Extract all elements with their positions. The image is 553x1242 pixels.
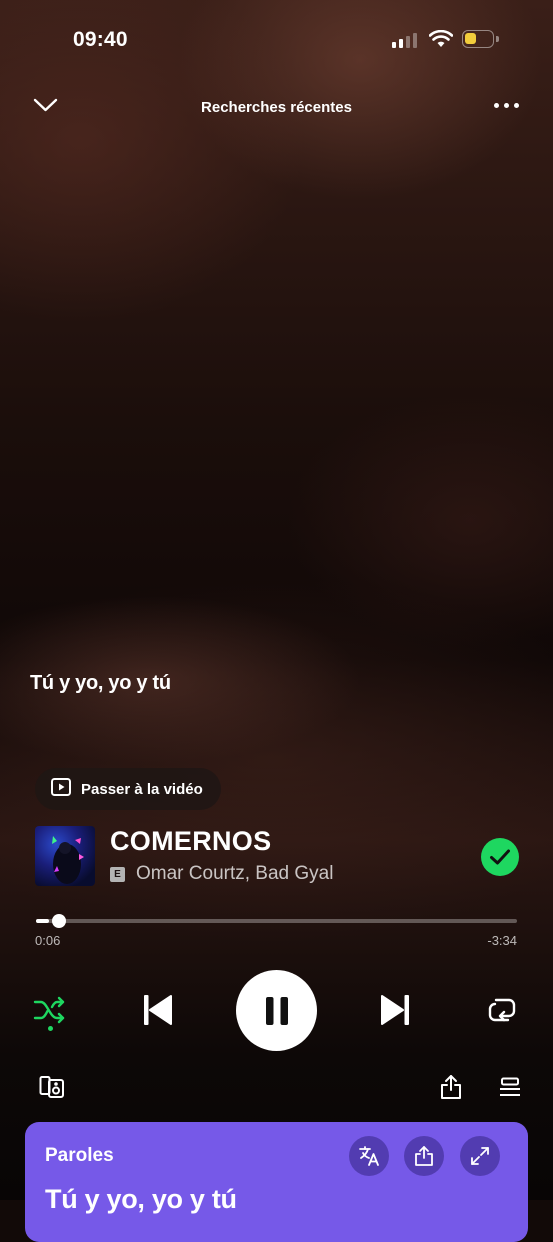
translate-icon[interactable]	[349, 1136, 389, 1176]
switch-to-video-button[interactable]: Passer à la vidéo	[35, 768, 221, 810]
shuffle-icon[interactable]	[33, 995, 67, 1030]
share-icon[interactable]	[440, 1074, 462, 1105]
switch-to-video-label: Passer à la vidéo	[81, 780, 203, 798]
expand-icon[interactable]	[460, 1136, 500, 1176]
cellular-signal-icon	[392, 33, 417, 48]
video-play-icon	[51, 777, 71, 801]
shuffle-active-dot	[48, 1026, 53, 1031]
lyrics-share-icon[interactable]	[404, 1136, 444, 1176]
battery-tip	[496, 36, 499, 42]
pause-icon	[265, 996, 288, 1025]
more-options-icon[interactable]	[494, 103, 519, 108]
wifi-icon	[428, 29, 454, 53]
queue-icon[interactable]	[499, 1077, 521, 1102]
next-track-icon[interactable]	[379, 993, 411, 1032]
track-artists[interactable]: Omar Courtz, Bad Gyal	[136, 863, 333, 885]
progress-played	[36, 919, 50, 923]
lyrics-card-label: Paroles	[45, 1145, 114, 1166]
album-cover[interactable]	[35, 826, 95, 886]
status-time: 09:40	[73, 28, 128, 51]
battery-icon	[462, 30, 494, 48]
previous-track-icon[interactable]	[142, 993, 174, 1032]
elapsed-time: 0:06	[35, 933, 61, 948]
progress-bar[interactable]	[36, 919, 517, 923]
saved-check-icon[interactable]	[481, 838, 519, 876]
context-title: Recherches récentes	[201, 99, 352, 116]
explicit-badge: E	[110, 867, 125, 882]
connect-device-icon[interactable]	[39, 1075, 65, 1104]
repeat-icon[interactable]	[486, 995, 518, 1030]
lyrics-card[interactable]: Paroles Tú y yo, yo y tú	[25, 1122, 528, 1242]
track-title[interactable]: COMERNOS	[110, 826, 271, 857]
remaining-time: -3:34	[487, 933, 517, 948]
pause-button[interactable]	[236, 970, 317, 1051]
current-lyric-line: Tú y yo, yo y tú	[30, 672, 171, 694]
